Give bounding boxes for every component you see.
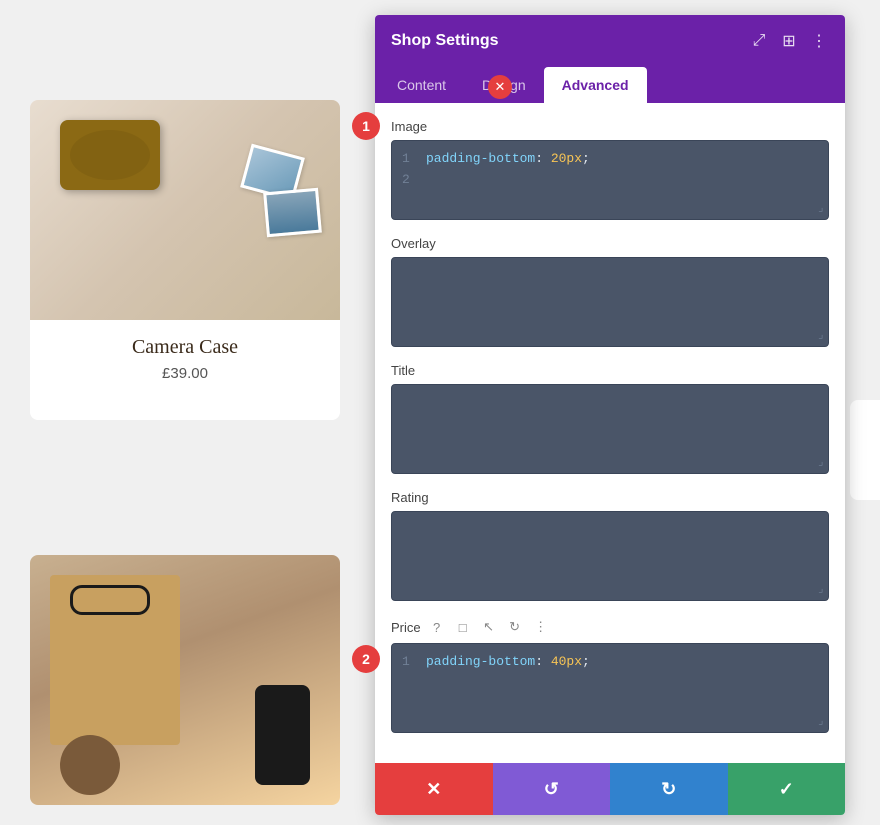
price-undo-icon[interactable]: ↻	[505, 617, 525, 637]
overlay-code-editor[interactable]: ⌟	[391, 257, 829, 347]
tab-content[interactable]: Content	[379, 67, 464, 103]
product-card-2	[30, 555, 340, 805]
rating-resize-indicator: ⌟	[817, 582, 824, 596]
product-card-1: Camera Case £39.00	[30, 100, 340, 420]
overlay-code-editor-wrapper: ⌟	[391, 257, 829, 347]
shop-settings-panel: Shop Settings ⤢ ⊞ ⋮ Content Design Advan…	[375, 15, 845, 815]
panel-header-icons: ⤢ ⊞ ⋮	[749, 31, 829, 51]
tab-advanced[interactable]: Advanced	[544, 67, 647, 103]
overlay-resize-indicator: ⌟	[817, 328, 824, 342]
coffee-graphic	[60, 735, 120, 795]
more-options-icon[interactable]: ⋮	[809, 31, 829, 51]
save-button[interactable]: ✓	[728, 763, 846, 815]
image-code-line-2: 2	[402, 170, 818, 191]
overlay-section-label: Overlay	[391, 236, 829, 251]
title-section-label: Title	[391, 363, 829, 378]
rating-section-label: Rating	[391, 490, 829, 505]
cancel-button[interactable]: ✕	[375, 763, 493, 815]
product-image-2	[30, 555, 340, 805]
step-badge-2: 2	[352, 645, 380, 673]
price-code-editor[interactable]: 1 padding-bottom: 40px; ⌟	[391, 643, 829, 733]
panel-footer: ✕ ↺ ↻ ✓	[375, 763, 845, 815]
title-code-editor[interactable]: ⌟	[391, 384, 829, 474]
image-code-editor-wrapper: 1 padding-bottom: 20px; 2 ⌟	[391, 140, 829, 220]
rating-code-editor[interactable]: ⌟	[391, 511, 829, 601]
panel-close-button[interactable]: ✕	[488, 75, 512, 99]
title-code-editor-wrapper: ⌟	[391, 384, 829, 474]
price-more-icon[interactable]: ⋮	[531, 617, 551, 637]
panel-body: Image 1 padding-bottom: 20px; 2 ⌟ Overla…	[375, 103, 845, 763]
product-image-1	[30, 100, 340, 320]
undo-icon: ↺	[544, 779, 559, 800]
cancel-icon: ✕	[426, 779, 441, 800]
resize-icon[interactable]: ⤢	[749, 31, 769, 51]
phone-graphic	[255, 685, 310, 785]
price-copy-icon[interactable]: □	[453, 617, 473, 637]
price-section-label: Price	[391, 620, 421, 635]
redo-button[interactable]: ↻	[610, 763, 728, 815]
image-code-line-1: 1 padding-bottom: 20px;	[402, 149, 818, 170]
camera-case-graphic	[30, 100, 340, 320]
redo-icon: ↻	[661, 779, 676, 800]
resize-indicator: ⌟	[817, 201, 824, 215]
save-icon: ✓	[779, 779, 794, 800]
title-resize-indicator: ⌟	[817, 455, 824, 469]
image-section-label: Image	[391, 119, 829, 134]
price-code-editor-wrapper: 1 padding-bottom: 40px; ⌟	[391, 643, 829, 733]
price-resize-indicator: ⌟	[817, 714, 824, 728]
glasses-graphic	[70, 585, 150, 615]
photo-graphic-2	[263, 188, 322, 238]
step-badge-1: 1	[352, 112, 380, 140]
rating-code-editor-wrapper: ⌟	[391, 511, 829, 601]
undo-button[interactable]: ↺	[493, 763, 611, 815]
price-code-line-1: 1 padding-bottom: 40px;	[402, 652, 818, 673]
partial-card-right	[850, 400, 880, 500]
price-select-icon[interactable]: ↖	[479, 617, 499, 637]
price-help-icon[interactable]: ?	[427, 617, 447, 637]
grid-icon[interactable]: ⊞	[779, 31, 799, 51]
panel-header: Shop Settings ⤢ ⊞ ⋮	[375, 15, 845, 67]
product-title-1: Camera Case	[46, 336, 324, 359]
price-label-row: Price ? □ ↖ ↻ ⋮	[391, 617, 829, 637]
product-price-1: £39.00	[46, 365, 324, 382]
panel-title: Shop Settings	[391, 32, 499, 50]
product-info-1: Camera Case £39.00	[30, 320, 340, 398]
panel-tabs: Content Design Advanced	[375, 67, 845, 103]
image-code-editor[interactable]: 1 padding-bottom: 20px; 2 ⌟	[391, 140, 829, 220]
